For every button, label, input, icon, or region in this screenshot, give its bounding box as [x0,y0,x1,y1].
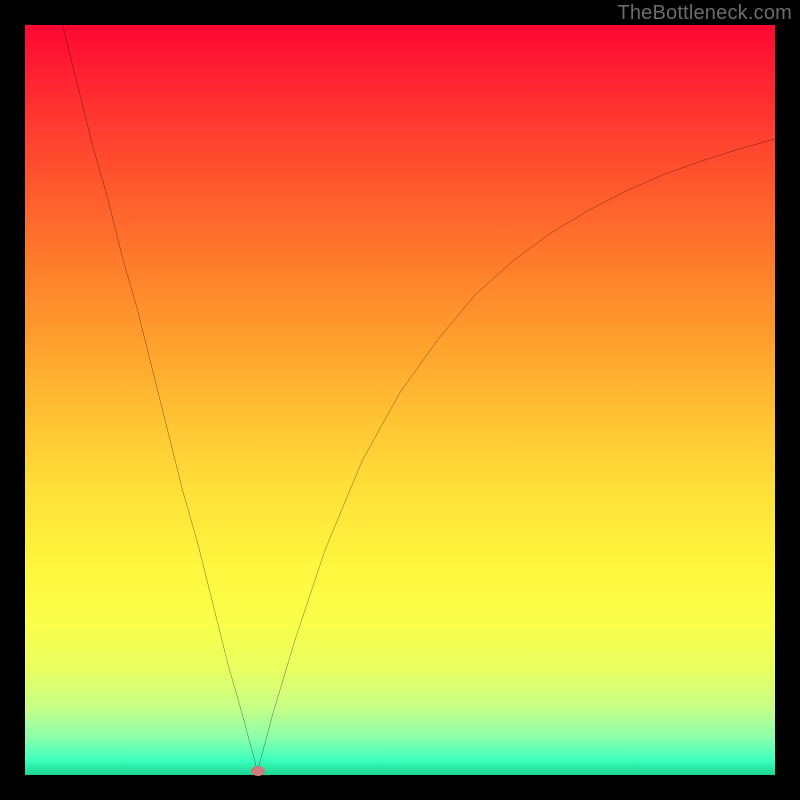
left-branch-path [63,25,258,771]
curve-layer [25,25,775,775]
chart-frame: TheBottleneck.com [0,0,800,800]
minimum-marker [251,766,265,776]
right-branch-path [258,139,776,771]
watermark-label: TheBottleneck.com [617,2,792,25]
